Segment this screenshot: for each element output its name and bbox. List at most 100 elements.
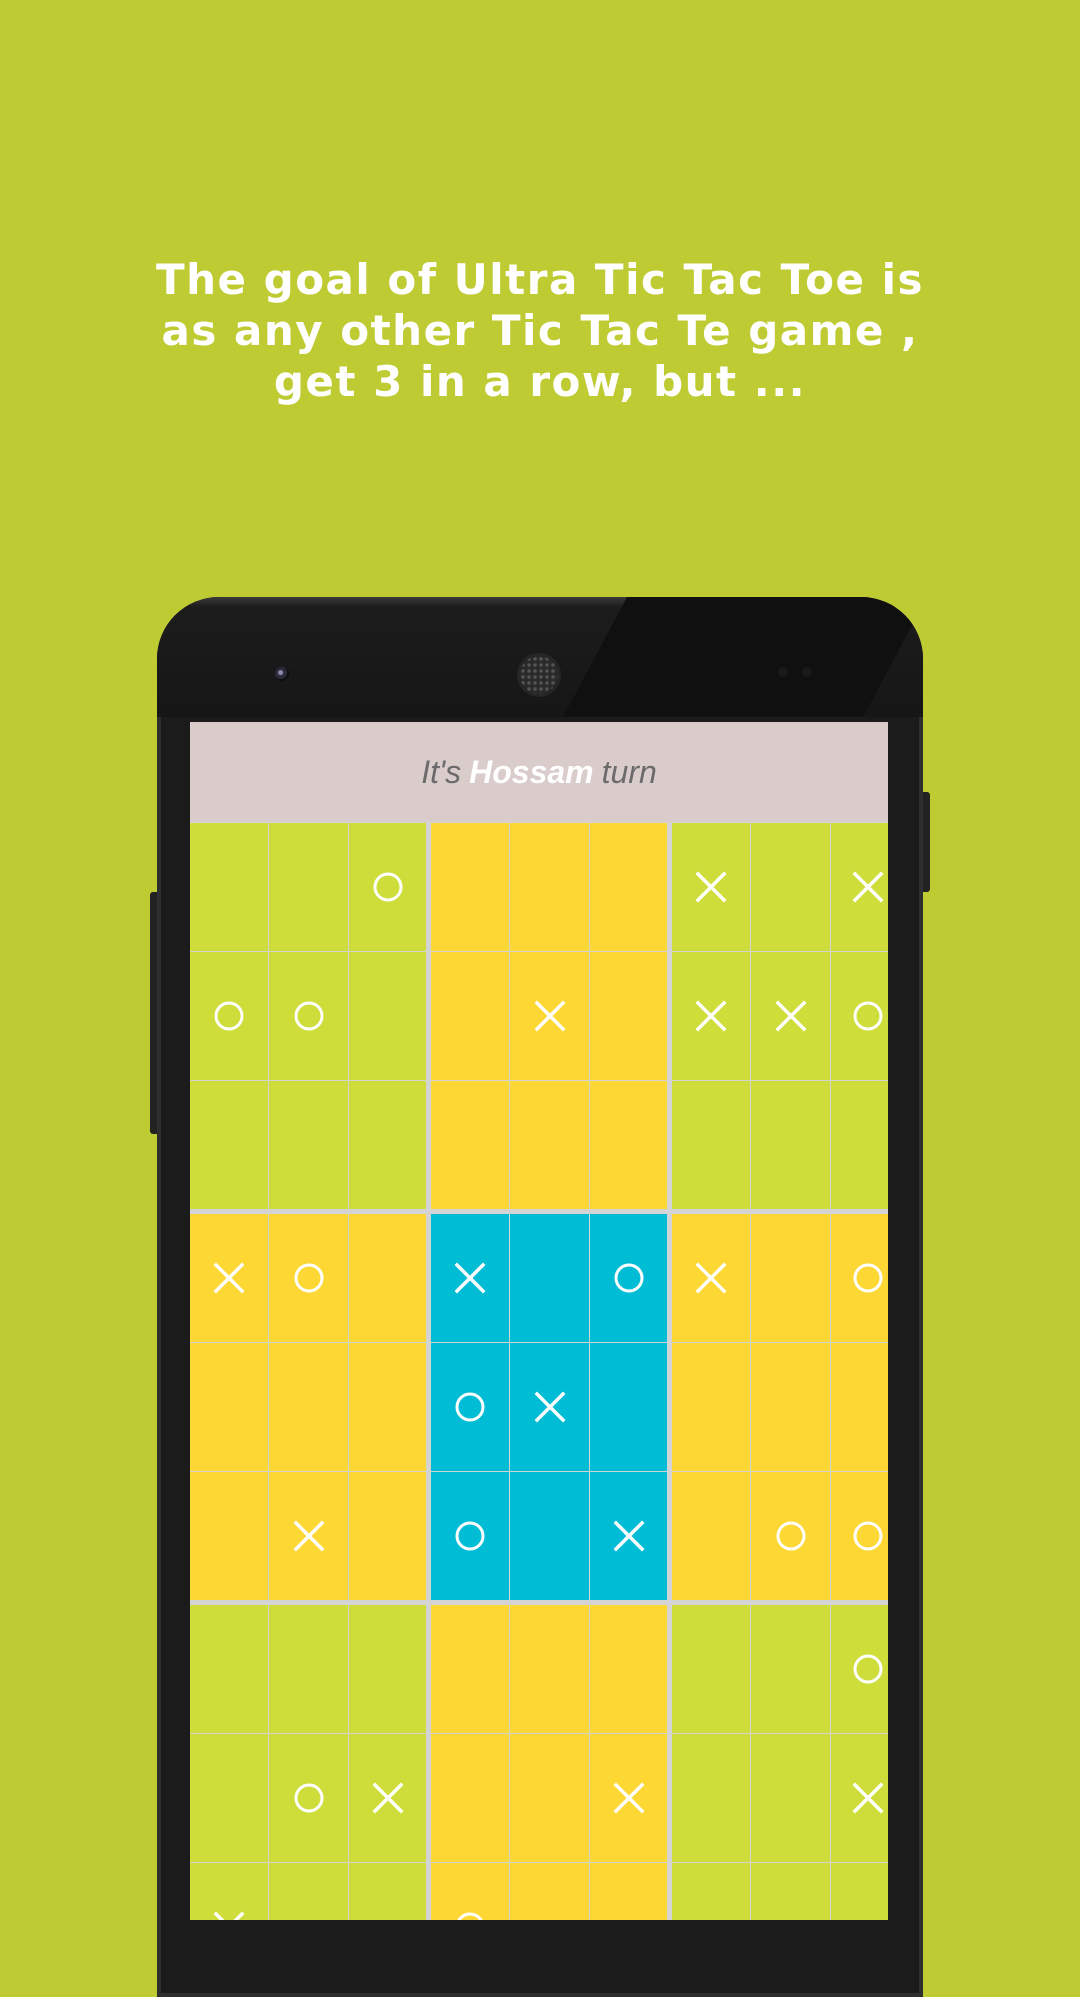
board-cell[interactable] (269, 823, 348, 951)
o-mark-icon (294, 1783, 323, 1813)
x-mark-icon (695, 871, 727, 903)
board-cell[interactable] (431, 1214, 509, 1342)
board-cell[interactable] (269, 1472, 348, 1600)
board-cell[interactable] (590, 1605, 667, 1733)
board-cell[interactable] (590, 952, 667, 1080)
board-cell[interactable] (349, 1472, 426, 1600)
board-cell[interactable] (349, 1343, 426, 1471)
board-cell[interactable] (590, 1081, 667, 1209)
board-cell[interactable] (831, 823, 888, 951)
o-mark-icon (853, 1263, 882, 1293)
board-cell[interactable] (672, 1081, 750, 1209)
board-cell[interactable] (431, 823, 509, 951)
board-cell[interactable] (269, 1605, 348, 1733)
board-cell[interactable] (510, 1863, 589, 1920)
proximity-sensor-icon (778, 667, 788, 677)
board-cell[interactable] (751, 1343, 830, 1471)
board-cell[interactable] (590, 1472, 667, 1600)
board-cell[interactable] (751, 1605, 830, 1733)
board-cell[interactable] (751, 1472, 830, 1600)
o-mark-icon (455, 1392, 485, 1422)
board-cell[interactable] (269, 1081, 348, 1209)
board-cell[interactable] (590, 1343, 667, 1471)
board-cell[interactable] (831, 1734, 888, 1862)
board-cell[interactable] (831, 1343, 888, 1471)
board-cell[interactable] (349, 1605, 426, 1733)
board-cell[interactable] (431, 952, 509, 1080)
o-mark-icon (853, 1001, 882, 1031)
turn-prefix: It's (421, 753, 462, 790)
board-cell[interactable] (831, 1214, 888, 1342)
board-cell[interactable] (672, 1472, 750, 1600)
board-cell[interactable] (190, 1734, 268, 1862)
board-cell[interactable] (831, 1081, 888, 1209)
board-cell[interactable] (190, 823, 268, 951)
x-mark-icon (695, 1000, 727, 1032)
board-cell[interactable] (269, 1214, 348, 1342)
x-mark-icon (534, 1000, 565, 1032)
board-cell[interactable] (672, 1605, 750, 1733)
board-cell[interactable] (190, 1081, 268, 1209)
board-cell[interactable] (510, 1605, 589, 1733)
board-cell[interactable] (349, 1734, 426, 1862)
board-cell[interactable] (672, 1214, 750, 1342)
board-cell[interactable] (510, 1343, 589, 1471)
board-cell[interactable] (831, 1472, 888, 1600)
headline-line-3: get 3 in a row, but ... (273, 357, 807, 406)
board-cell[interactable] (349, 1863, 426, 1920)
board-cell[interactable] (672, 1863, 750, 1920)
board-cell[interactable] (431, 1863, 509, 1920)
board-cell[interactable] (431, 1472, 509, 1600)
board-cell[interactable] (190, 952, 268, 1080)
board-cell[interactable] (269, 1734, 348, 1862)
o-mark-icon (776, 1521, 805, 1551)
board-cell[interactable] (751, 1734, 830, 1862)
board-cell[interactable] (510, 1214, 589, 1342)
turn-indicator: It's Hossam turn (190, 722, 888, 822)
board-cell[interactable] (190, 1863, 268, 1920)
turn-suffix: turn (601, 753, 657, 790)
board-cell[interactable] (190, 1605, 268, 1733)
board-cell[interactable] (510, 952, 589, 1080)
board-cell[interactable] (269, 1343, 348, 1471)
board-cell[interactable] (751, 1081, 830, 1209)
board-cell[interactable] (590, 1214, 667, 1342)
board-cell[interactable] (349, 1081, 426, 1209)
board-cell[interactable] (349, 823, 426, 951)
board-cell[interactable] (831, 1863, 888, 1920)
board-cell[interactable] (510, 1081, 589, 1209)
board-cell[interactable] (672, 1343, 750, 1471)
board-cell[interactable] (672, 1734, 750, 1862)
board-cell[interactable] (431, 1734, 509, 1862)
board-cell[interactable] (510, 1472, 589, 1600)
board-cell[interactable] (349, 952, 426, 1080)
board-cell[interactable] (269, 952, 348, 1080)
board-cell[interactable] (269, 1863, 348, 1920)
x-mark-icon (695, 1262, 727, 1294)
board-cell[interactable] (672, 952, 750, 1080)
board-cell[interactable] (672, 823, 750, 951)
board-cell[interactable] (431, 1343, 509, 1471)
board-cell[interactable] (590, 1734, 667, 1862)
board-cell[interactable] (431, 1081, 509, 1209)
board-cell[interactable] (190, 1214, 268, 1342)
board-cell[interactable] (190, 1343, 268, 1471)
board-cell[interactable] (510, 1734, 589, 1862)
board-cell[interactable] (751, 952, 830, 1080)
board-cell[interactable] (751, 1214, 830, 1342)
board-cell[interactable] (831, 952, 888, 1080)
game-board (190, 823, 888, 1920)
board-cell[interactable] (349, 1214, 426, 1342)
board-cell[interactable] (510, 823, 589, 951)
x-mark-icon (852, 1782, 883, 1814)
board-cell[interactable] (590, 1863, 667, 1920)
board-cell[interactable] (751, 1863, 830, 1920)
o-mark-icon (214, 1001, 244, 1031)
x-mark-icon (534, 1391, 565, 1423)
o-mark-icon (373, 872, 402, 902)
board-cell[interactable] (190, 1472, 268, 1600)
board-cell[interactable] (751, 823, 830, 951)
board-cell[interactable] (831, 1605, 888, 1733)
board-cell[interactable] (590, 823, 667, 951)
board-cell[interactable] (431, 1605, 509, 1733)
